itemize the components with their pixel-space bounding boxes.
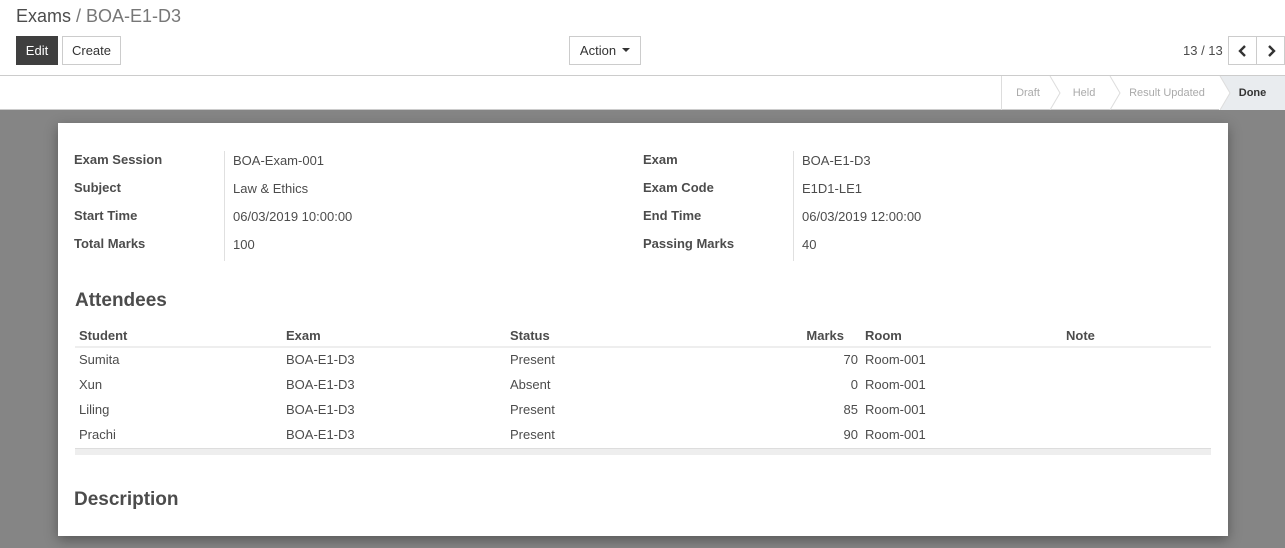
table-footer <box>75 448 1211 455</box>
control-panel: Exams / BOA-E1-D3 Edit Create Action 13 / … <box>0 0 1285 76</box>
breadcrumb-separator: / <box>76 6 82 26</box>
breadcrumb-current: BOA-E1-D3 <box>86 6 182 26</box>
table-row[interactable]: Xun BOA-E1-D3 Absent 0 Room-001 <box>75 373 1211 398</box>
group-divider <box>224 151 225 261</box>
pager-previous-button[interactable] <box>1228 36 1257 65</box>
cell-status: Present <box>510 352 555 367</box>
caret-down-icon <box>622 48 631 53</box>
stage-held[interactable]: Held <box>1054 76 1114 110</box>
table-header: Student Exam Status Marks Room Note <box>75 323 1211 348</box>
field-label-passing-marks: Passing Marks <box>643 236 735 251</box>
field-value-total-marks: 100 <box>233 237 255 252</box>
description-title: Description <box>74 489 179 510</box>
cell-room: Room-001 <box>865 377 926 392</box>
field-value-subject[interactable]: Law & Ethics <box>233 181 308 196</box>
field-value-exam-code: E1D1-LE1 <box>802 181 862 196</box>
pager-next-button[interactable] <box>1256 36 1285 65</box>
column-header-exam[interactable]: Exam <box>286 328 321 343</box>
table-row[interactable]: Liling BOA-E1-D3 Present 85 Room-001 <box>75 398 1211 423</box>
cell-room: Room-001 <box>865 402 926 417</box>
cell-marks: 0 <box>850 377 858 392</box>
field-label-exam-session: Exam Session <box>74 152 163 167</box>
cell-marks: 85 <box>843 402 858 417</box>
stage-separator-icon <box>1219 76 1231 110</box>
column-header-status[interactable]: Status <box>510 328 550 343</box>
column-header-note[interactable]: Note <box>1066 328 1095 343</box>
action-label: Action <box>579 43 617 58</box>
field-label-end-time: End Time <box>643 208 702 223</box>
action-dropdown-button[interactable]: Action <box>569 36 641 65</box>
column-header-marks[interactable]: Marks <box>806 328 844 343</box>
field-label-exam: Exam <box>643 152 678 167</box>
form-sheet: Exam Session BOA-Exam-001 Subject Law & … <box>58 123 1228 536</box>
table-row[interactable]: Sumita BOA-E1-D3 Present 70 Room-001 <box>75 348 1211 373</box>
field-label-total-marks: Total Marks <box>74 236 146 251</box>
cell-student: Prachi <box>79 427 116 442</box>
stage-result-updated[interactable]: Result Updated <box>1114 76 1220 110</box>
field-label-start-time: Start Time <box>74 208 138 223</box>
field-label-subject: Subject <box>74 180 121 195</box>
cell-room: Room-001 <box>865 352 926 367</box>
chevron-left-icon <box>1238 45 1246 57</box>
pager-value[interactable]: 13 / 13 <box>1183 43 1223 58</box>
field-value-passing-marks: 40 <box>802 237 817 252</box>
column-header-student[interactable]: Student <box>79 328 127 343</box>
edit-button[interactable]: Edit <box>16 36 58 65</box>
cell-room: Room-001 <box>865 427 926 442</box>
breadcrumb-exams-link[interactable]: Exams <box>16 6 71 26</box>
cell-marks: 70 <box>843 352 858 367</box>
field-value-exam-session[interactable]: BOA-Exam-001 <box>233 153 324 168</box>
group-divider <box>793 151 794 261</box>
cell-exam: BOA-E1-D3 <box>286 377 355 392</box>
status-bar: Draft Held Result Updated Done <box>0 76 1285 110</box>
cell-status: Present <box>510 427 555 442</box>
create-button[interactable]: Create <box>62 36 121 65</box>
breadcrumb: Exams / BOA-E1-D3 <box>16 6 181 27</box>
cell-exam: BOA-E1-D3 <box>286 402 355 417</box>
field-value-exam: BOA-E1-D3 <box>802 153 871 168</box>
cell-marks: 90 <box>843 427 858 442</box>
field-value-start-time: 06/03/2019 10:00:00 <box>233 209 353 224</box>
column-header-room[interactable]: Room <box>865 328 902 343</box>
chevron-right-icon <box>1268 45 1276 57</box>
table-row[interactable]: Prachi BOA-E1-D3 Present 90 Room-001 <box>75 423 1211 448</box>
cell-student: Xun <box>79 377 103 392</box>
field-label-exam-code: Exam Code <box>643 180 714 195</box>
cell-status: Present <box>510 402 555 417</box>
cell-status: Absent <box>510 377 551 392</box>
field-value-end-time: 06/03/2019 12:00:00 <box>802 209 922 224</box>
cell-student: Liling <box>79 402 110 417</box>
cell-student: Sumita <box>79 352 120 367</box>
cell-exam: BOA-E1-D3 <box>286 352 355 367</box>
cell-exam: BOA-E1-D3 <box>286 427 355 442</box>
attendees-title: Attendees <box>75 290 167 311</box>
stage-draft[interactable]: Draft <box>1001 76 1054 110</box>
